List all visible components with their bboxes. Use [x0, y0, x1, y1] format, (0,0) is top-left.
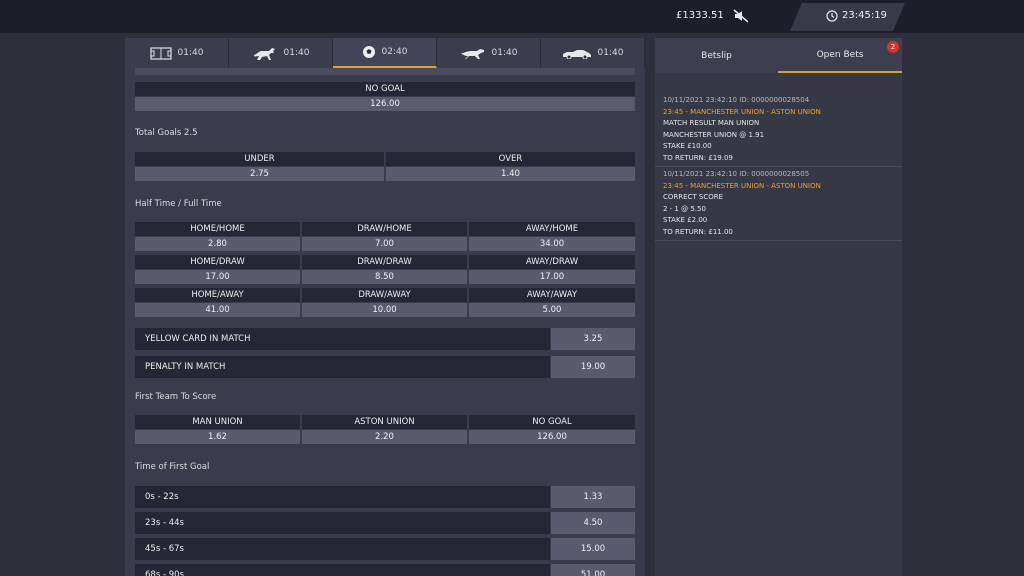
top-bar: £1333.51 23:45:19	[0, 0, 1024, 33]
bet-match: 23:45 - MANCHESTER UNION - ASTON UNION	[663, 181, 821, 190]
first-goal-time-label: 23s - 44s	[135, 512, 550, 534]
open-bets-count-badge: 2	[887, 41, 899, 53]
htft-label: HOME/HOME	[135, 222, 300, 236]
betslip-tabs: Betslip Open Bets 2	[655, 38, 902, 73]
htft-odds-button[interactable]: 2.80	[135, 237, 300, 251]
first-team-title: First Team To Score	[135, 392, 217, 402]
htft-label: DRAW/DRAW	[302, 255, 467, 269]
htft-odds-button[interactable]: 5.00	[469, 303, 635, 317]
first-goal-time-title: Time of First Goal	[135, 462, 210, 472]
htft-label: HOME/AWAY	[135, 288, 300, 302]
bet-market: CORRECT SCORE	[663, 193, 724, 201]
tab-betslip[interactable]: Betslip	[655, 38, 778, 73]
htft-odds-button[interactable]: 41.00	[135, 303, 300, 317]
htft-label: AWAY/DRAW	[469, 255, 635, 269]
bet-match: 23:45 - MANCHESTER UNION - ASTON UNION	[663, 107, 821, 116]
first-team-label: NO GOAL	[469, 415, 635, 429]
no-goal-odds-button[interactable]: 126.00	[135, 97, 635, 111]
htft-label: HOME/DRAW	[135, 255, 300, 269]
greyhound-racing-icon	[460, 48, 484, 59]
bet-selection: MANCHESTER UNION @ 1.91	[663, 130, 765, 139]
first-team-odds-button[interactable]: 126.00	[469, 430, 635, 444]
first-team-label: ASTON UNION	[302, 415, 467, 429]
bet-meta: 10/11/2021 23:42:10 ID: 0000000028505	[663, 170, 810, 178]
tab-greyhound-racing[interactable]: 01:40	[437, 38, 541, 68]
tab-time: 01:40	[177, 48, 204, 58]
open-bet-card[interactable]: 10/11/2021 23:42:10 ID: 0000000028505 23…	[655, 167, 902, 241]
htft-label: AWAY/HOME	[469, 222, 635, 236]
under-label: UNDER	[135, 152, 384, 166]
first-goal-time-label: 0s - 22s	[135, 486, 550, 508]
clock-time: 23:45:19	[842, 10, 887, 21]
first-goal-time-odds-button[interactable]: 15.00	[551, 538, 635, 560]
htft-label: DRAW/HOME	[302, 222, 467, 236]
no-goal-label: NO GOAL	[135, 82, 635, 96]
markets-panel: 01:40 01:40 02:40 01:40 01:40 NO GOAL 12…	[125, 38, 645, 576]
first-team-odds-button[interactable]: 2.20	[302, 430, 467, 444]
football-ball-icon	[362, 46, 375, 58]
penalty-label: PENALTY IN MATCH	[135, 356, 550, 378]
first-team-odds-button[interactable]: 1.62	[135, 430, 300, 444]
yellow-card-label: YELLOW CARD IN MATCH	[135, 328, 550, 350]
tab-football-pitch[interactable]: 01:40	[125, 38, 229, 68]
first-goal-time-label: 45s - 67s	[135, 538, 550, 560]
htft-odds-button[interactable]: 10.00	[302, 303, 467, 317]
open-bet-card[interactable]: 10/11/2021 23:42:10 ID: 0000000028504 23…	[655, 93, 902, 167]
markets-list: NO GOAL 126.00 Total Goals 2.5 UNDER OVE…	[125, 68, 645, 576]
under-odds-button[interactable]: 2.75	[135, 167, 384, 181]
tab-time: 02:40	[381, 47, 408, 57]
tab-time: 01:40	[283, 48, 310, 58]
tab-football[interactable]: 02:40	[333, 38, 437, 68]
motor-racing-icon	[562, 50, 591, 59]
total-goals-title: Total Goals 2.5	[135, 128, 198, 138]
clock-icon	[826, 10, 838, 22]
over-odds-button[interactable]: 1.40	[386, 167, 635, 181]
bet-market: MATCH RESULT MAN UNION	[663, 119, 760, 127]
htft-label: AWAY/AWAY	[469, 288, 635, 302]
first-goal-time-odds-button[interactable]: 1.33	[551, 486, 635, 508]
account-balance: £1333.51	[676, 10, 724, 21]
mute-icon[interactable]	[733, 9, 749, 23]
first-goal-time-odds-button[interactable]: 4.50	[551, 512, 635, 534]
tab-horse-racing[interactable]: 01:40	[229, 38, 333, 68]
over-label: OVER	[386, 152, 635, 166]
bet-meta: 10/11/2021 23:42:10 ID: 0000000028504	[663, 96, 810, 104]
htft-label: DRAW/AWAY	[302, 288, 467, 302]
bet-returns: TO RETURN: £19.09	[663, 153, 733, 162]
htft-odds-button[interactable]: 34.00	[469, 237, 635, 251]
bet-stake: STAKE £2.00	[663, 216, 708, 224]
sport-tabs: 01:40 01:40 02:40 01:40 01:40	[125, 38, 645, 68]
market-divider	[135, 68, 635, 75]
betslip-panel: Betslip Open Bets 2 10/11/2021 23:42:10 …	[655, 38, 902, 576]
htft-odds-button[interactable]: 8.50	[302, 270, 467, 284]
tab-motor-racing[interactable]: 01:40	[541, 38, 645, 68]
football-pitch-icon	[149, 46, 172, 60]
yellow-card-odds-button[interactable]: 3.25	[551, 328, 635, 350]
htft-odds-button[interactable]: 17.00	[135, 270, 300, 284]
htft-odds-button[interactable]: 17.00	[469, 270, 635, 284]
bet-selection: 2 - 1 @ 5.50	[663, 204, 706, 213]
first-team-label: MAN UNION	[135, 415, 300, 429]
tab-time: 01:40	[597, 48, 624, 58]
horse-racing-icon	[253, 48, 275, 60]
tab-time: 01:40	[491, 48, 518, 58]
penalty-odds-button[interactable]: 19.00	[551, 356, 635, 378]
first-goal-time-odds-button[interactable]: 51.00	[551, 564, 635, 576]
first-goal-time-label: 68s - 90s	[135, 564, 550, 576]
htft-odds-button[interactable]: 7.00	[302, 237, 467, 251]
htft-title: Half Time / Full Time	[135, 199, 222, 209]
tab-open-bets[interactable]: Open Bets	[778, 38, 902, 73]
bet-returns: TO RETURN: £11.00	[663, 227, 733, 236]
bet-stake: STAKE £10.00	[663, 142, 712, 150]
